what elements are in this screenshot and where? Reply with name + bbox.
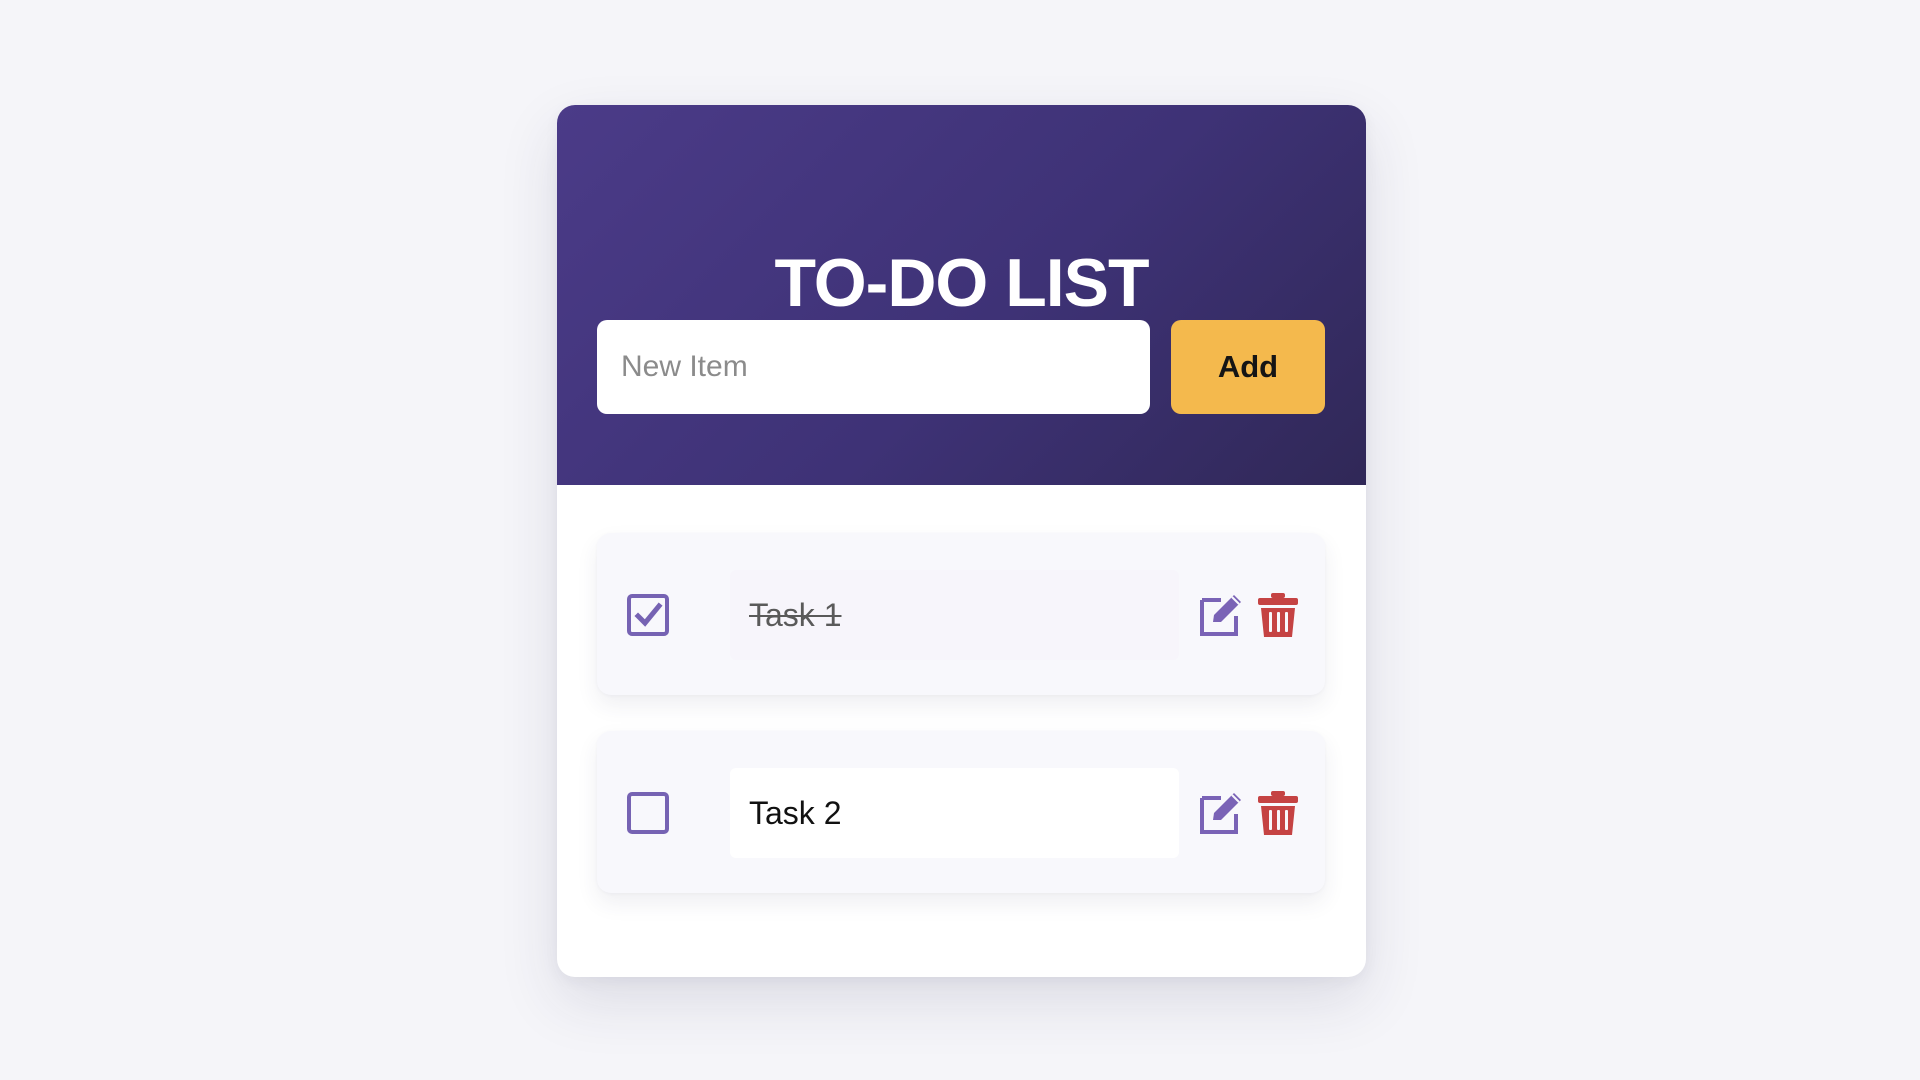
task-1-checkbox[interactable] — [627, 594, 669, 636]
trash-icon — [1258, 593, 1298, 637]
task-1-delete-button[interactable] — [1254, 591, 1302, 639]
task-2-delete-button[interactable] — [1254, 789, 1302, 837]
task-2-checkbox[interactable] — [627, 792, 669, 834]
todo-list: Task 1 Task 2 — [597, 533, 1325, 893]
task-2-edit-button[interactable] — [1196, 789, 1244, 837]
add-button[interactable]: Add — [1171, 320, 1325, 414]
trash-icon — [1258, 791, 1298, 835]
task-1-edit-button[interactable] — [1196, 591, 1244, 639]
list-item: Task 1 — [597, 533, 1325, 695]
task-2-text[interactable]: Task 2 — [730, 768, 1179, 858]
new-item-input[interactable] — [597, 320, 1150, 414]
check-icon — [634, 602, 663, 627]
todo-header: TO-DO LIST Add — [557, 105, 1366, 485]
list-item: Task 2 — [597, 731, 1325, 893]
edit-icon — [1200, 793, 1241, 834]
task-1-text[interactable]: Task 1 — [730, 570, 1179, 660]
page-title: TO-DO LIST — [774, 245, 1149, 321]
edit-icon — [1200, 595, 1241, 636]
todo-card: TO-DO LIST Add Task 1 — [557, 105, 1366, 977]
